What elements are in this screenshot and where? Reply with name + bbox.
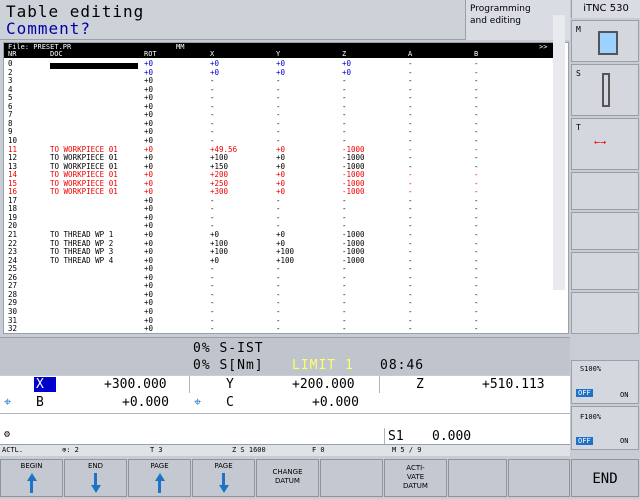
spindle-label: S1 — [388, 429, 404, 444]
arrow-down-icon — [218, 485, 229, 493]
spindle-value: 0.000 — [432, 429, 472, 444]
status-datum: ⊕: 2 — [62, 446, 79, 454]
softkey-change-datum[interactable]: CHANGE DATUM — [256, 459, 319, 497]
cell-nr: 32 — [8, 324, 18, 334]
softkey-page-up[interactable]: PAGE — [128, 459, 191, 497]
col-z: Z — [342, 50, 347, 58]
softkey-end-key[interactable]: END — [571, 459, 639, 497]
cell-b: - — [474, 324, 479, 334]
spindle-machine-icon — [598, 31, 618, 55]
cell-y: - — [276, 324, 281, 334]
limit-indicator: LIMIT 1 — [292, 358, 354, 373]
col-rot: ROT — [144, 50, 157, 58]
axis-x-label: X — [34, 377, 56, 392]
rotary-b-icon: ⌖ — [4, 395, 12, 410]
position-display: X +300.000 Y +200.000 Z +510.113 ⌖ B +0.… — [0, 376, 570, 444]
spindle-icon — [602, 73, 610, 107]
tool-change-icon: ←→ — [594, 137, 607, 148]
clock: 08:46 — [380, 358, 425, 373]
axis-y-label: Y — [226, 377, 234, 392]
vertical-key-empty-4[interactable] — [571, 292, 639, 334]
spindle-state-icon: ⚙ — [4, 429, 11, 440]
status-spindle-speed: Z S 1600 — [232, 446, 266, 454]
cell-z: - — [342, 324, 347, 334]
vertical-key-empty-1[interactable] — [571, 172, 639, 210]
status-m-function: M 5 / 9 — [392, 446, 422, 454]
prompt-text: Comment? — [6, 19, 92, 38]
softkey-begin[interactable]: BEGIN — [0, 459, 63, 497]
spindle-torque: 0% S[Nm] — [193, 358, 264, 373]
rotary-c-icon: ⌖ — [194, 395, 202, 410]
table-scrollbar[interactable] — [553, 15, 565, 290]
unit-label: MM — [176, 43, 185, 51]
axis-z-label: Z — [416, 377, 424, 392]
spindle-override-off: OFF — [576, 389, 593, 397]
axis-y-value: +200.000 — [292, 377, 355, 392]
axis-b-label: B — [36, 395, 44, 410]
spindle-actual: 0% S-IST — [193, 341, 264, 356]
softkey-empty-3[interactable] — [508, 459, 570, 497]
vertical-key-m[interactable]: M — [571, 20, 639, 62]
softkey-activate-datum[interactable]: ACTI- VATE DATUM — [384, 459, 447, 497]
table-row[interactable]: 32 +0 - - - - - — [4, 324, 556, 333]
col-a: A — [408, 50, 413, 58]
axis-b-value: +0.000 — [122, 395, 169, 410]
col-b: B — [474, 50, 479, 58]
axis-c-value: +0.000 — [312, 395, 359, 410]
col-nr: NR — [8, 50, 17, 58]
arrow-up-icon — [26, 473, 37, 481]
status-bar: ACTL. ⊕: 2 T 3 Z S 1600 F 0 M 5 / 9 — [0, 444, 570, 456]
override-status: 0% S-IST 0% S[Nm] LIMIT 1 08:46 — [0, 337, 570, 375]
cell-rot: +0 — [144, 324, 154, 334]
axis-z-value: +510.113 — [482, 377, 545, 392]
cell-x: - — [210, 324, 215, 334]
vertical-key-empty-2[interactable] — [571, 212, 639, 250]
cell-a: - — [408, 324, 413, 334]
col-doc: DOC — [50, 50, 63, 58]
vertical-key-t[interactable]: T ←→ — [571, 118, 639, 170]
softkey-empty-2[interactable] — [448, 459, 507, 497]
feed-override-off: OFF — [576, 437, 593, 445]
col-y: Y — [276, 50, 281, 58]
axis-c-label: C — [226, 395, 234, 410]
status-feed: F 0 — [312, 446, 325, 454]
arrow-down-icon — [90, 485, 101, 493]
col-x: X — [210, 50, 215, 58]
axis-x-value: +300.000 — [104, 377, 167, 392]
vertical-key-empty-3[interactable] — [571, 252, 639, 290]
softkey-end[interactable]: END — [64, 459, 127, 497]
status-tool: T 3 — [150, 446, 163, 454]
softkey-page-down[interactable]: PAGE — [192, 459, 255, 497]
softkey-empty-1[interactable] — [320, 459, 383, 497]
control-model: iTNC 530 — [571, 0, 640, 18]
mode-line-1: Programming — [470, 4, 531, 14]
spindle-override-panel[interactable]: S100% OFF ON — [571, 360, 639, 404]
table-header: File: PRESET.PR MM >> NR DOC ROT X Y Z A… — [4, 43, 556, 58]
feed-override-panel[interactable]: F100% OFF ON — [571, 406, 639, 450]
arrow-up-icon — [154, 473, 165, 481]
preset-table: File: PRESET.PR MM >> NR DOC ROT X Y Z A… — [3, 42, 569, 334]
status-actl: ACTL. — [2, 446, 24, 454]
vertical-key-s[interactable]: S — [571, 64, 639, 116]
edit-cursor[interactable] — [50, 63, 138, 69]
more-columns-indicator: >> — [539, 43, 548, 51]
mode-line-2: and editing — [470, 16, 521, 26]
